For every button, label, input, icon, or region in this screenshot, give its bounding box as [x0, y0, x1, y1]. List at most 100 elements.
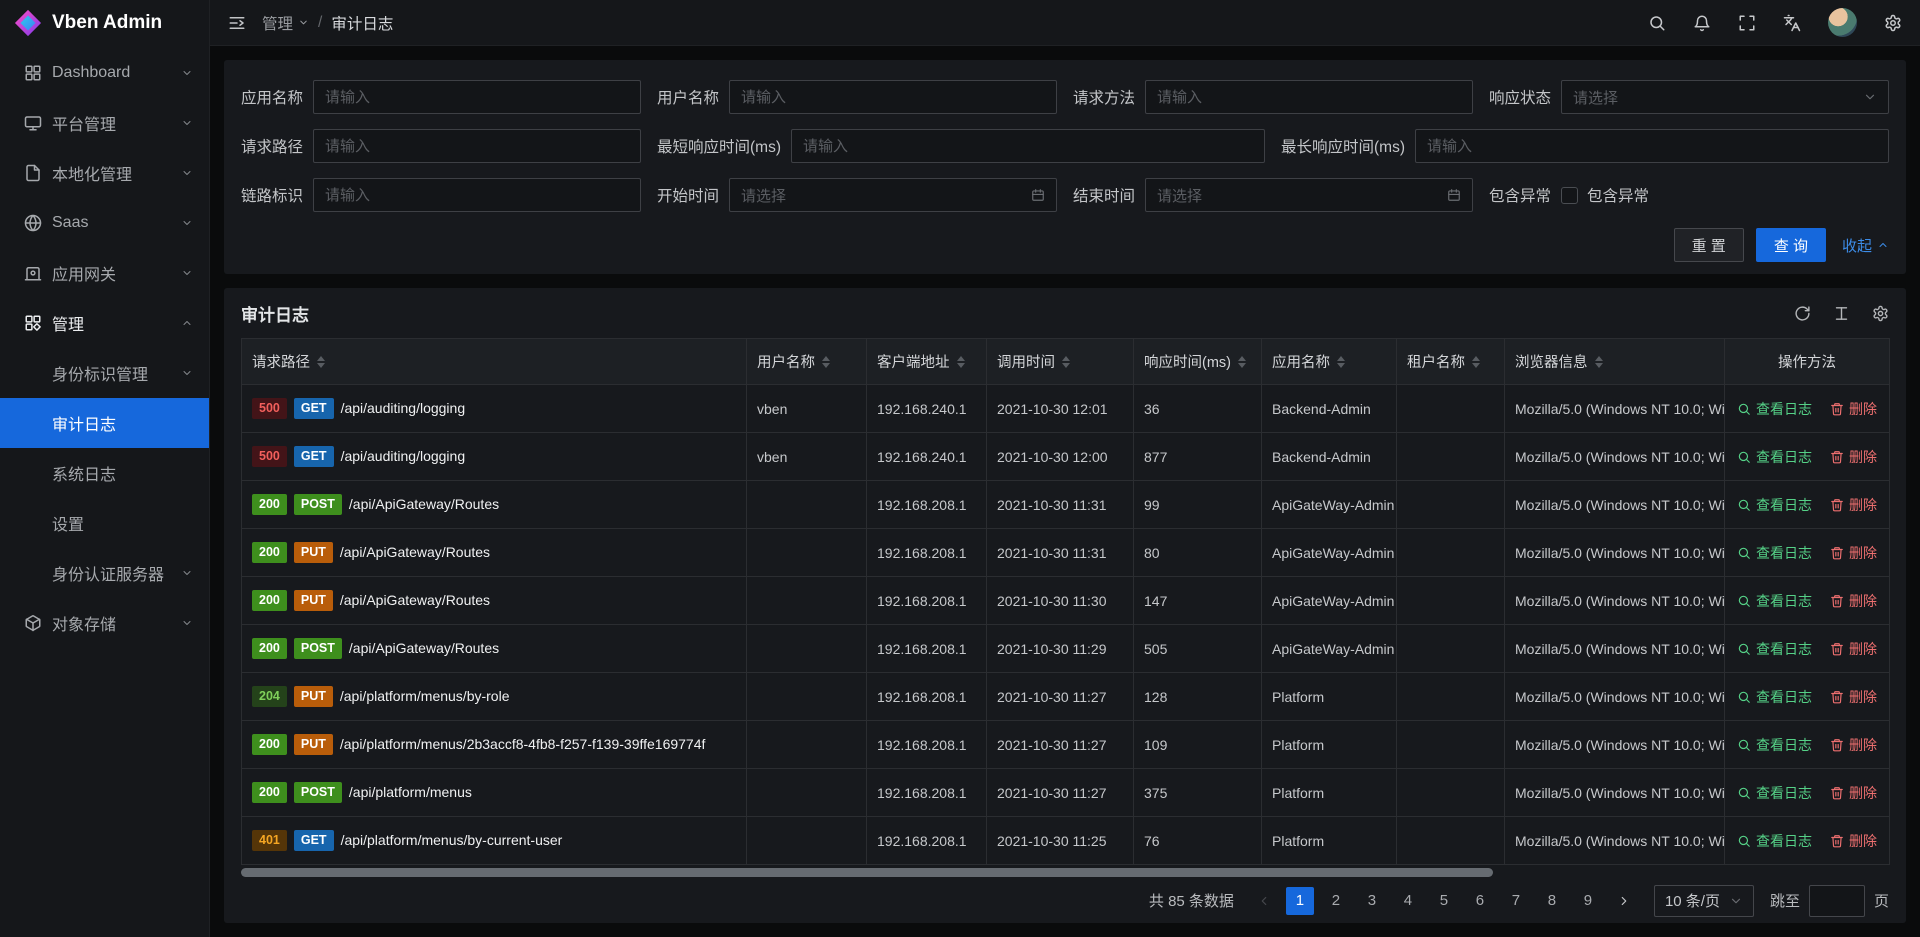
view-log-button[interactable]: 查看日志: [1737, 591, 1812, 611]
view-log-button[interactable]: 查看日志: [1737, 831, 1812, 851]
sidebar-item-label: 身份认证服务器: [52, 561, 181, 585]
collapse-link[interactable]: 收起: [1842, 235, 1889, 256]
filter-date-start-time[interactable]: 请选择: [729, 178, 1057, 212]
delete-button[interactable]: 删除: [1830, 783, 1877, 803]
sort-icons[interactable]: [1238, 356, 1246, 368]
scrollbar-thumb[interactable]: [241, 868, 1493, 877]
prev-page-button[interactable]: [1250, 887, 1278, 915]
column-header[interactable]: 租户名称: [1397, 339, 1505, 385]
delete-button[interactable]: 删除: [1830, 639, 1877, 659]
column-header[interactable]: 用户名称: [747, 339, 867, 385]
search-icon[interactable]: [1648, 14, 1666, 32]
sort-icons[interactable]: [957, 356, 965, 368]
sidebar-item-saas[interactable]: Saas: [0, 198, 209, 248]
filter-date-end-time[interactable]: 请选择: [1145, 178, 1473, 212]
delete-button[interactable]: 删除: [1830, 543, 1877, 563]
filter-select-response-status[interactable]: 请选择: [1561, 80, 1889, 114]
page-button-4[interactable]: 4: [1394, 887, 1422, 915]
jump-page-input[interactable]: [1809, 885, 1865, 917]
sidebar-item-management[interactable]: 管理: [0, 298, 209, 348]
view-log-button[interactable]: 查看日志: [1737, 399, 1812, 419]
column-header[interactable]: 客户端地址: [867, 339, 987, 385]
sidebar-item-auth-server[interactable]: 身份认证服务器: [0, 548, 209, 598]
sort-icons[interactable]: [317, 356, 325, 368]
settings-icon[interactable]: [1884, 14, 1902, 32]
page-button-3[interactable]: 3: [1358, 887, 1386, 915]
notification-icon[interactable]: [1693, 14, 1711, 32]
delete-button[interactable]: 删除: [1830, 495, 1877, 515]
view-log-button[interactable]: 查看日志: [1737, 735, 1812, 755]
table-row: 200POST/api/platform/menus192.168.208.12…: [242, 769, 1890, 817]
view-log-button[interactable]: 查看日志: [1737, 495, 1812, 515]
filter-input-user-name[interactable]: [729, 80, 1057, 114]
sidebar-item-settings[interactable]: 设置: [0, 498, 209, 548]
cell-tenant: [1397, 433, 1505, 481]
refresh-icon[interactable]: [1794, 305, 1811, 322]
column-header: 操作方法: [1725, 339, 1890, 385]
column-header[interactable]: 响应时间(ms): [1134, 339, 1262, 385]
sidebar-item-dashboard[interactable]: Dashboard: [0, 48, 209, 98]
cell-tenant: [1397, 817, 1505, 865]
app-logo[interactable]: Vben Admin: [0, 0, 209, 46]
page-button-1[interactable]: 1: [1286, 887, 1314, 915]
sidebar-item-system-log[interactable]: 系统日志: [0, 448, 209, 498]
filter-input-app-name[interactable]: [313, 80, 641, 114]
sidebar-item-app-gateway[interactable]: 应用网关: [0, 248, 209, 298]
delete-button[interactable]: 删除: [1830, 831, 1877, 851]
filter-input-request-path[interactable]: [313, 129, 641, 163]
column-header[interactable]: 浏览器信息: [1505, 339, 1725, 385]
search-button[interactable]: 查 询: [1756, 228, 1826, 262]
page-button-6[interactable]: 6: [1466, 887, 1494, 915]
page-button-9[interactable]: 9: [1574, 887, 1602, 915]
sidebar-item-audit-log[interactable]: 审计日志: [0, 398, 209, 448]
sort-icons[interactable]: [1595, 356, 1603, 368]
fullscreen-icon[interactable]: [1738, 14, 1756, 32]
trash-icon: [1830, 834, 1844, 848]
view-log-button[interactable]: 查看日志: [1737, 639, 1812, 659]
cell-call-time: 2021-10-30 12:01: [987, 385, 1134, 433]
sidebar-item-localization[interactable]: 本地化管理: [0, 148, 209, 198]
sort-icons[interactable]: [1472, 356, 1480, 368]
delete-button[interactable]: 删除: [1830, 735, 1877, 755]
sidebar-item-identity-management[interactable]: 身份标识管理: [0, 348, 209, 398]
filter-input-trace-id[interactable]: [313, 178, 641, 212]
page-button-8[interactable]: 8: [1538, 887, 1566, 915]
breadcrumb-item-management[interactable]: 管理: [262, 12, 309, 34]
page-button-5[interactable]: 5: [1430, 887, 1458, 915]
view-log-button[interactable]: 查看日志: [1737, 783, 1812, 803]
menu-fold-icon[interactable]: [228, 14, 246, 32]
filter-input-max-elapsed[interactable]: [1415, 129, 1889, 163]
filter-input-min-elapsed[interactable]: [791, 129, 1265, 163]
view-log-button[interactable]: 查看日志: [1737, 687, 1812, 707]
filter-input-request-method[interactable]: [1145, 80, 1473, 114]
view-log-button[interactable]: 查看日志: [1737, 447, 1812, 467]
sidebar-item-platform[interactable]: 平台管理: [0, 98, 209, 148]
delete-button[interactable]: 删除: [1830, 591, 1877, 611]
sidebar-item-object-storage[interactable]: 对象存储: [0, 598, 209, 648]
cell-browser: Mozilla/5.0 (Windows NT 10.0; Win: [1505, 577, 1725, 625]
translate-icon[interactable]: [1783, 14, 1801, 32]
filter-checkbox-has-exception[interactable]: [1561, 187, 1578, 204]
delete-button[interactable]: 删除: [1830, 447, 1877, 467]
platform-icon: [24, 114, 42, 132]
sort-icons[interactable]: [1062, 356, 1070, 368]
page-size-select[interactable]: 10 条/页: [1654, 885, 1754, 917]
column-header[interactable]: 应用名称: [1262, 339, 1397, 385]
avatar[interactable]: [1828, 8, 1857, 37]
cell-elapsed-ms: 80: [1134, 529, 1262, 577]
column-header[interactable]: 调用时间: [987, 339, 1134, 385]
delete-button[interactable]: 删除: [1830, 687, 1877, 707]
sort-icons[interactable]: [822, 356, 830, 368]
delete-button[interactable]: 删除: [1830, 399, 1877, 419]
cell-request-path: 200PUT/api/ApiGateway/Routes: [242, 577, 747, 625]
column-header[interactable]: 请求路径: [242, 339, 747, 385]
column-settings-icon[interactable]: [1872, 305, 1889, 322]
view-log-button[interactable]: 查看日志: [1737, 543, 1812, 563]
reset-button[interactable]: 重 置: [1674, 228, 1744, 262]
row-height-icon[interactable]: [1833, 305, 1850, 322]
page-button-7[interactable]: 7: [1502, 887, 1530, 915]
sort-icons[interactable]: [1337, 356, 1345, 368]
next-page-button[interactable]: [1610, 887, 1638, 915]
page-button-2[interactable]: 2: [1322, 887, 1350, 915]
table-row: 200PUT/api/ApiGateway/Routes192.168.208.…: [242, 577, 1890, 625]
